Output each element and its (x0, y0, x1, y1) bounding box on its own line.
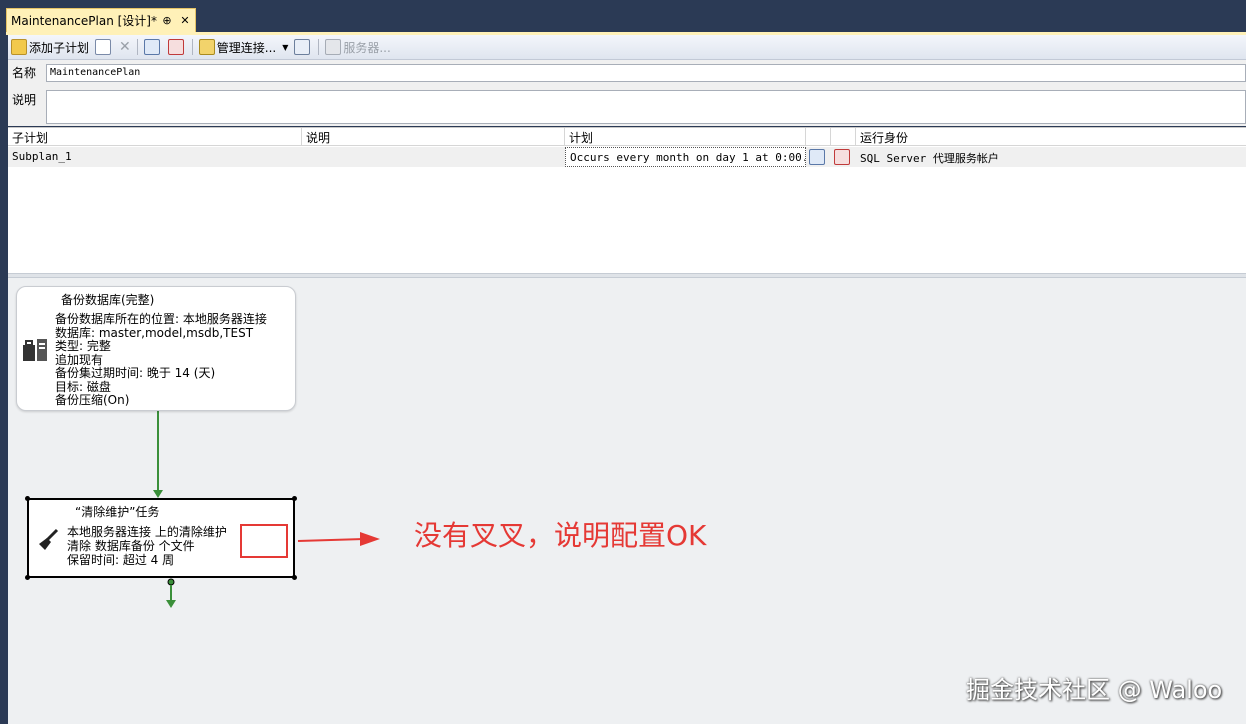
selection-handle[interactable] (292, 575, 297, 580)
edit-icon (95, 39, 112, 55)
copy-button[interactable] (291, 39, 315, 55)
copy-icon (294, 39, 311, 55)
backup-task-icon (23, 339, 47, 361)
designer-toolbar: 添加子计划 ✕ 管理连接... ▼ 服务器... (8, 35, 1246, 60)
toolbar-separator (136, 39, 138, 55)
calendar-icon (143, 39, 160, 55)
cleanup-detail-line: 本地服务器连接 上的清除维护 (67, 525, 227, 539)
document-tab-title: MaintenancePlan [设计]* (11, 14, 157, 28)
plan-properties: 名称 MaintenancePlan 说明 (8, 60, 1246, 126)
edit-button[interactable] (92, 39, 116, 55)
run-as-cell[interactable]: SQL Server 代理服务帐户 (856, 147, 1246, 167)
add-subplan-icon (11, 39, 27, 55)
connector-arrow-icon (153, 490, 163, 498)
servers-button[interactable]: 服务器... (322, 39, 393, 56)
backup-detail-line: 备份集过期时间: 晚于 14 (天) (55, 366, 216, 380)
schedule-edit-button[interactable] (806, 147, 831, 167)
selection-handle[interactable] (292, 496, 297, 501)
toolbar-separator (318, 39, 320, 55)
watermark: 掘金技术社区 @ Waloo (966, 676, 1223, 704)
manage-connections-label: 管理连接... (216, 40, 277, 55)
delete-schedule-icon (167, 39, 184, 55)
backup-detail-line: 备份压缩(On) (55, 393, 130, 407)
description-label: 说明 (12, 93, 37, 107)
description-field[interactable] (46, 90, 1246, 124)
cleanup-task-icon (39, 528, 59, 550)
delete-button[interactable]: ✕ (116, 39, 134, 55)
connector-arrow-icon (166, 600, 176, 608)
schedule-button[interactable] (141, 39, 165, 55)
subplan-cell[interactable]: Subplan_1 (8, 147, 302, 167)
selection-handle[interactable] (25, 575, 30, 580)
column-header-run-as[interactable]: 运行身份 (856, 128, 1246, 146)
column-header-subplan[interactable]: 子计划 (8, 128, 302, 146)
delete-schedule-icon (834, 149, 850, 165)
name-value: MaintenancePlan (50, 67, 141, 78)
connector-handle[interactable] (167, 578, 175, 586)
backup-database-task[interactable]: 备份数据库(完整) 备份数据库所在的位置: 本地服务器连接 数据库: maste… (16, 286, 296, 411)
description-cell[interactable] (302, 147, 565, 167)
column-header-schedule-delete (831, 128, 856, 146)
servers-label: 服务器... (343, 40, 391, 55)
delete-schedule-button[interactable] (165, 39, 189, 55)
document-tab[interactable]: MaintenancePlan [设计]* ⊕ ✕ (6, 8, 196, 32)
highlight-box (240, 524, 288, 558)
cleanup-detail-line: 保留时间: 超过 4 周 (67, 553, 175, 567)
cleanup-detail-line: 清除 数据库备份 个文件 (67, 539, 195, 553)
close-icon[interactable]: ✕ (177, 14, 193, 27)
manage-connections-icon (198, 39, 215, 55)
manage-connections-button[interactable]: 管理连接... ▼ (196, 39, 292, 56)
backup-task-details: 备份数据库所在的位置: 本地服务器连接 数据库: master,model,ms… (55, 312, 267, 408)
schedule-delete-button[interactable] (831, 147, 856, 167)
selection-handle[interactable] (25, 496, 30, 501)
subplan-grid: 子计划 说明 计划 运行身份 Subplan_1 Occurs every mo… (8, 127, 1246, 274)
pin-icon[interactable]: ⊕ (159, 14, 175, 27)
name-label: 名称 (12, 66, 37, 80)
column-header-description[interactable]: 说明 (302, 128, 565, 146)
annotation-text: 没有叉叉，说明配置OK (414, 519, 707, 552)
backup-detail-line: 数据库: master,model,msdb,TEST (55, 325, 254, 340)
backup-detail-line: 备份数据库所在的位置: 本地服务器连接 (55, 312, 267, 326)
schedule-cell[interactable]: Occurs every month on day 1 at 0:00... (565, 147, 806, 167)
backup-task-title: 备份数据库(完整) (61, 293, 155, 307)
calendar-icon (809, 149, 825, 165)
backup-detail-line: 追加现有 (55, 352, 104, 367)
delete-icon: ✕ (119, 39, 131, 55)
name-field[interactable]: MaintenancePlan (46, 64, 1246, 82)
servers-icon (325, 39, 342, 55)
toolbar-separator (191, 39, 193, 55)
backup-detail-line: 目标: 磁盘 (55, 379, 111, 394)
backup-detail-line: 类型: 完整 (55, 339, 111, 353)
cleanup-task-title: “清除维护”任务 (75, 505, 160, 519)
design-surface[interactable]: 备份数据库(完整) 备份数据库所在的位置: 本地服务器连接 数据库: maste… (8, 278, 1246, 724)
column-header-schedule[interactable]: 计划 (565, 128, 806, 146)
cleanup-task-details: 本地服务器连接 上的清除维护 清除 数据库备份 个文件 保留时间: 超过 4 周 (67, 525, 227, 567)
window-left-edge (0, 0, 8, 724)
add-subplan-label: 添加子计划 (29, 40, 90, 55)
column-header-schedule-edit (806, 128, 831, 146)
annotation-arrow (297, 532, 380, 546)
add-subplan-button[interactable]: 添加子计划 (8, 39, 92, 56)
dropdown-arrow-icon[interactable]: ▼ (282, 43, 288, 52)
